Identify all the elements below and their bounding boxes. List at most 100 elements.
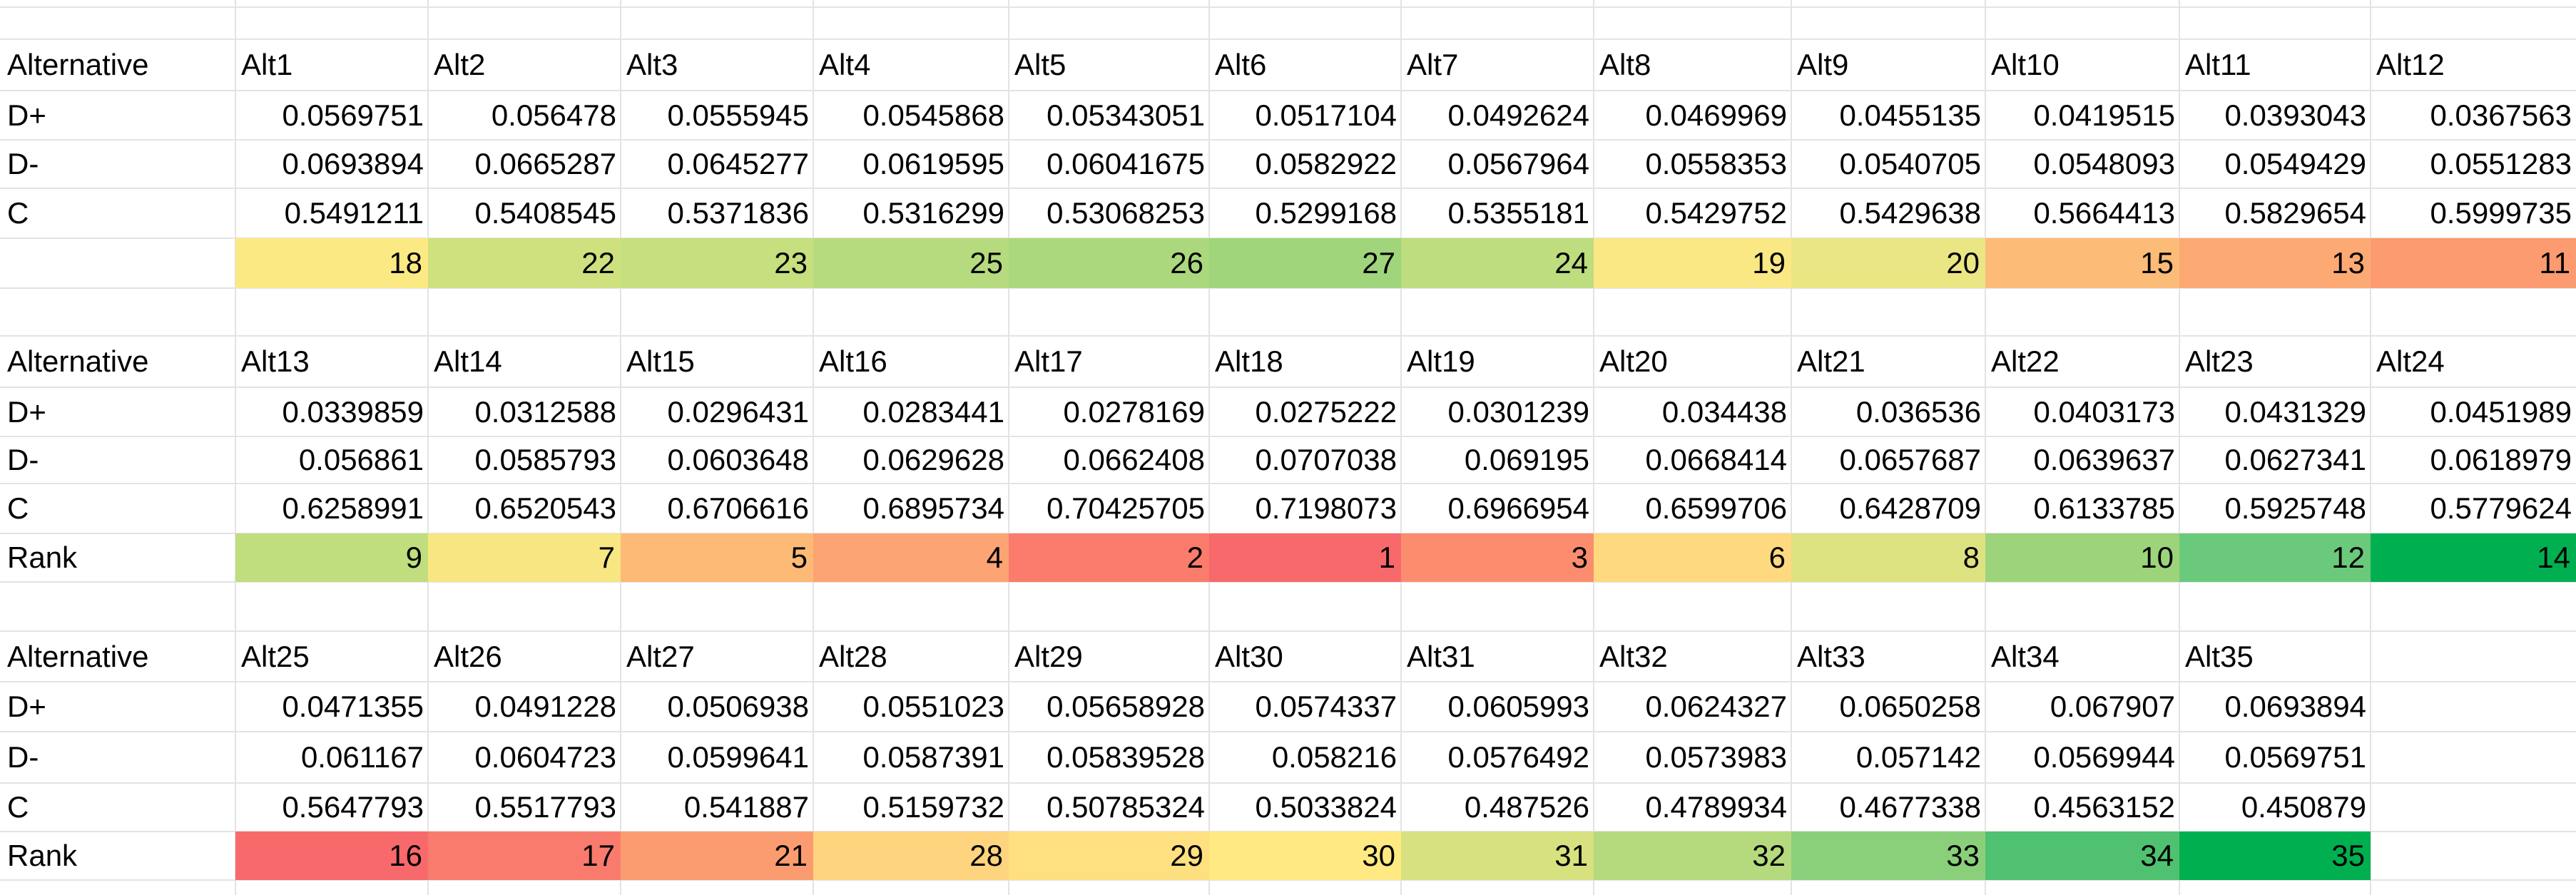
alternative-header-cell[interactable]: Alt28	[813, 631, 1009, 682]
value-cell[interactable]: 0.5999735	[2371, 188, 2576, 238]
alternative-header-cell[interactable]: Alt29	[1009, 631, 1209, 682]
value-cell[interactable]: 0.0431329	[2179, 387, 2371, 436]
alternative-header-cell[interactable]: Alt15	[621, 336, 813, 387]
value-cell[interactable]: 0.0645277	[621, 140, 813, 188]
value-cell[interactable]: 0.6258991	[235, 484, 428, 533]
alternative-header-cell[interactable]: Alt5	[1009, 39, 1209, 91]
alternative-header-cell[interactable]: Alt23	[2179, 336, 2371, 387]
value-cell[interactable]: 0.487526	[1401, 783, 1594, 832]
value-cell[interactable]: 0.061167	[235, 732, 428, 783]
value-cell[interactable]: 0.0403173	[1985, 387, 2179, 436]
value-cell[interactable]: 0.0296431	[621, 387, 813, 436]
value-cell[interactable]: 0.0545868	[813, 91, 1009, 140]
alternative-header-cell[interactable]: Alt35	[2179, 631, 2371, 682]
rank-cell[interactable]: 30	[1209, 832, 1401, 880]
value-cell[interactable]: 0.5647793	[235, 783, 428, 832]
rank-cell[interactable]: 17	[428, 832, 621, 880]
alternative-header-cell[interactable]: Alt13	[235, 336, 428, 387]
value-cell[interactable]: 0.05343051	[1009, 91, 1209, 140]
rank-cell[interactable]: 10	[1985, 533, 2179, 582]
value-cell[interactable]: 0.0506938	[621, 682, 813, 732]
row-label-cell[interactable]: D+	[0, 682, 235, 732]
row-label-cell[interactable]: D-	[0, 436, 235, 484]
value-cell[interactable]: 0.5664413	[1985, 188, 2179, 238]
value-cell[interactable]: 0.0278169	[1009, 387, 1209, 436]
value-cell[interactable]: 0.5299168	[1209, 188, 1401, 238]
rank-cell[interactable]: 31	[1401, 832, 1594, 880]
value-cell[interactable]: 0.4563152	[1985, 783, 2179, 832]
value-cell[interactable]: 0.0582922	[1209, 140, 1401, 188]
alternative-header-cell[interactable]: Alt17	[1009, 336, 1209, 387]
value-cell[interactable]: 0.0548093	[1985, 140, 2179, 188]
value-cell[interactable]: 0.0693894	[235, 140, 428, 188]
value-cell[interactable]: 0.0569944	[1985, 732, 2179, 783]
alternative-header-cell[interactable]: Alt20	[1594, 336, 1791, 387]
value-cell[interactable]: 0.0662408	[1009, 436, 1209, 484]
rank-cell[interactable]: 13	[2179, 238, 2371, 288]
alternative-header-cell[interactable]: Alt7	[1401, 39, 1594, 91]
header-label-cell[interactable]: Alternative	[0, 336, 235, 387]
alternative-header-cell[interactable]: Alt32	[1594, 631, 1791, 682]
value-cell[interactable]: 0.53068253	[1009, 188, 1209, 238]
value-cell[interactable]: 0.069195	[1401, 436, 1594, 484]
rank-cell[interactable]: 15	[1985, 238, 2179, 288]
alternative-header-cell[interactable]: Alt11	[2179, 39, 2371, 91]
value-cell[interactable]: 0.0657687	[1791, 436, 1985, 484]
alternative-header-cell[interactable]: Alt4	[813, 39, 1009, 91]
alternative-header-cell[interactable]: Alt31	[1401, 631, 1594, 682]
row-label-cell[interactable]: C	[0, 188, 235, 238]
value-cell[interactable]: 0.0301239	[1401, 387, 1594, 436]
value-cell[interactable]: 0.0665287	[428, 140, 621, 188]
value-cell[interactable]: 0.067907	[1985, 682, 2179, 732]
row-label-cell[interactable]: D+	[0, 387, 235, 436]
value-cell[interactable]: 0.0587391	[813, 732, 1009, 783]
row-label-cell[interactable]: D-	[0, 140, 235, 188]
value-cell[interactable]: 0.0393043	[2179, 91, 2371, 140]
value-cell[interactable]: 0.0576492	[1401, 732, 1594, 783]
value-cell[interactable]: 0.5429752	[1594, 188, 1791, 238]
value-cell[interactable]: 0.0469969	[1594, 91, 1791, 140]
value-cell[interactable]: 0.5517793	[428, 783, 621, 832]
value-cell[interactable]: 0.034438	[1594, 387, 1791, 436]
rank-cell[interactable]: 12	[2179, 533, 2371, 582]
value-cell[interactable]: 0.0471355	[235, 682, 428, 732]
value-cell[interactable]: 0.0707038	[1209, 436, 1401, 484]
value-cell[interactable]: 0.0569751	[2179, 732, 2371, 783]
alternative-header-cell[interactable]: Alt26	[428, 631, 621, 682]
value-cell[interactable]: 0.0451989	[2371, 387, 2576, 436]
rank-cell[interactable]: 33	[1791, 832, 1985, 880]
value-cell[interactable]: 0.0569751	[235, 91, 428, 140]
value-cell[interactable]: 0.0619595	[813, 140, 1009, 188]
value-cell[interactable]: 0.5408545	[428, 188, 621, 238]
alternative-header-cell[interactable]: Alt18	[1209, 336, 1401, 387]
rank-label-cell[interactable]: Rank	[0, 832, 235, 880]
value-cell[interactable]: 0.0275222	[1209, 387, 1401, 436]
alternative-header-cell[interactable]: Alt9	[1791, 39, 1985, 91]
value-cell[interactable]: 0.0419515	[1985, 91, 2179, 140]
value-cell[interactable]: 0.0339859	[235, 387, 428, 436]
alternative-header-cell[interactable]: Alt10	[1985, 39, 2179, 91]
value-cell[interactable]: 0.0585793	[428, 436, 621, 484]
value-cell[interactable]: 0.0455135	[1791, 91, 1985, 140]
value-cell[interactable]: 0.6966954	[1401, 484, 1594, 533]
rank-cell[interactable]: 6	[1594, 533, 1791, 582]
alternative-header-cell[interactable]: Alt8	[1594, 39, 1791, 91]
value-cell[interactable]: 0.0627341	[2179, 436, 2371, 484]
value-cell[interactable]: 0.0639637	[1985, 436, 2179, 484]
value-cell[interactable]: 0.0558353	[1594, 140, 1791, 188]
value-cell[interactable]: 0.5159732	[813, 783, 1009, 832]
value-cell[interactable]: 0.0567964	[1401, 140, 1594, 188]
rank-cell[interactable]: 34	[1985, 832, 2179, 880]
value-cell[interactable]: 0.0573983	[1594, 732, 1791, 783]
alternative-header-cell[interactable]: Alt21	[1791, 336, 1985, 387]
rank-cell[interactable]: 28	[813, 832, 1009, 880]
value-cell[interactable]: 0.70425705	[1009, 484, 1209, 533]
value-cell[interactable]: 0.0618979	[2371, 436, 2576, 484]
rank-cell[interactable]: 19	[1594, 238, 1791, 288]
alternative-header-cell[interactable]: Alt27	[621, 631, 813, 682]
value-cell[interactable]: 0.6428709	[1791, 484, 1985, 533]
value-cell[interactable]: 0.7198073	[1209, 484, 1401, 533]
value-cell[interactable]: 0.4677338	[1791, 783, 1985, 832]
value-cell[interactable]: 0.6895734	[813, 484, 1009, 533]
alternative-header-cell[interactable]: Alt6	[1209, 39, 1401, 91]
